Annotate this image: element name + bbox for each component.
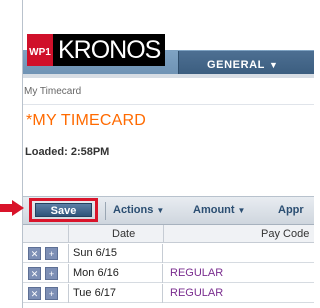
table-row: ✕ + Sun 6/15 bbox=[23, 244, 314, 263]
caret-down-icon: ▼ bbox=[156, 206, 165, 215]
date-cell: Tue 6/17 bbox=[68, 284, 163, 303]
toolbar-separator bbox=[105, 202, 106, 220]
table-row: ✕ + Mon 6/16 REGULAR bbox=[23, 264, 314, 283]
table-header: Date Pay Code bbox=[23, 225, 314, 243]
save-highlight-box: Save bbox=[29, 198, 98, 222]
date-cell: Sun 6/15 bbox=[68, 244, 163, 263]
add-row-icon[interactable]: + bbox=[45, 247, 58, 260]
actions-menu[interactable]: Actions ▼ bbox=[113, 204, 164, 216]
column-header-date: Date bbox=[112, 228, 136, 240]
tab-general-label: GENERAL bbox=[207, 59, 265, 71]
caret-down-icon: ▼ bbox=[268, 60, 279, 70]
amount-menu[interactable]: Amount ▼ bbox=[193, 204, 245, 216]
delete-row-icon[interactable]: ✕ bbox=[28, 247, 41, 260]
pay-code-cell[interactable]: REGULAR bbox=[170, 287, 223, 299]
column-divider bbox=[68, 225, 69, 243]
logo-brand: KRONOS bbox=[53, 34, 166, 66]
add-row-icon[interactable]: + bbox=[45, 267, 58, 280]
date-cell: Mon 6/16 bbox=[68, 264, 163, 283]
pay-code-cell[interactable]: REGULAR bbox=[170, 267, 223, 279]
column-header-pay-code: Pay Code bbox=[261, 228, 310, 240]
column-divider bbox=[163, 225, 164, 243]
breadcrumb: My Timecard bbox=[24, 86, 82, 97]
approve-menu[interactable]: Appr bbox=[278, 204, 304, 216]
toolbar: Save Actions ▼ Amount ▼ Appr bbox=[23, 196, 314, 225]
header: WP1 KRONOS GENERAL ▼ bbox=[23, 0, 314, 74]
add-row-icon[interactable]: + bbox=[45, 287, 58, 300]
page-title: *MY TIMECARD bbox=[26, 112, 147, 129]
table-row: ✕ + Tue 6/17 REGULAR bbox=[23, 284, 314, 303]
breadcrumb-divider bbox=[23, 104, 314, 105]
caret-down-icon: ▼ bbox=[237, 206, 246, 215]
save-button[interactable]: Save bbox=[35, 203, 92, 217]
header-divider bbox=[23, 74, 314, 78]
delete-row-icon[interactable]: ✕ bbox=[28, 267, 41, 280]
approve-label: Appr bbox=[278, 204, 304, 216]
app-window: WP1 KRONOS GENERAL ▼ My Timecard *MY TIME… bbox=[22, 0, 314, 308]
delete-row-icon[interactable]: ✕ bbox=[28, 287, 41, 300]
tab-general[interactable]: GENERAL ▼ bbox=[178, 51, 314, 74]
amount-label: Amount bbox=[193, 204, 235, 216]
kronos-logo: WP1 KRONOS bbox=[27, 34, 166, 66]
actions-label: Actions bbox=[113, 204, 154, 216]
pointer-arrow-icon bbox=[0, 200, 24, 216]
logo-wp: WP1 bbox=[27, 34, 53, 66]
loaded-time: Loaded: 2:58PM bbox=[25, 146, 110, 158]
